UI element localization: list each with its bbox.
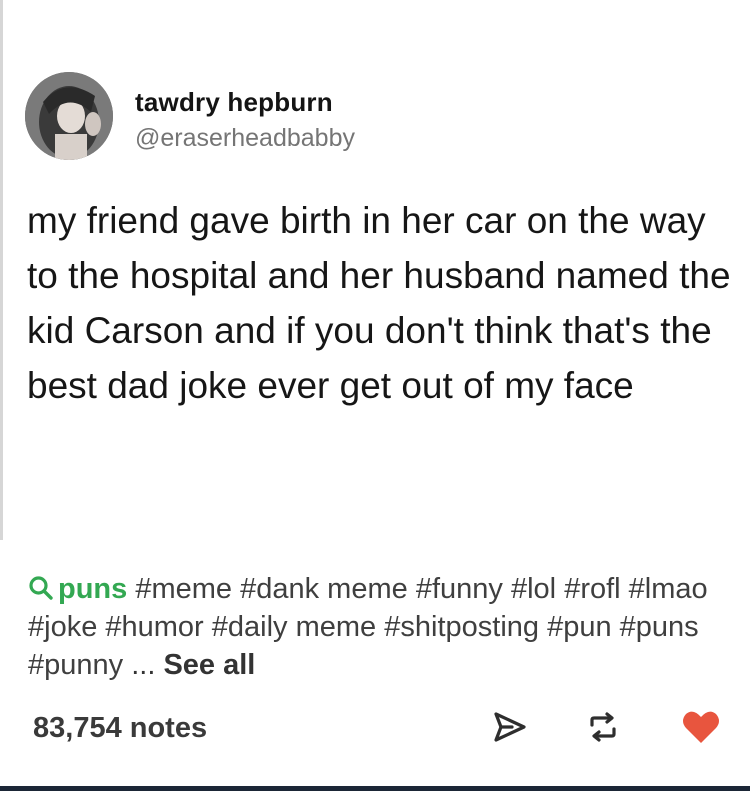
tweet-text: my friend gave birth in her car on the w… xyxy=(27,200,731,406)
tag-item[interactable]: #lmao xyxy=(629,573,708,605)
tag-item[interactable]: #funny xyxy=(416,573,503,605)
tag-item[interactable]: #daily meme xyxy=(212,611,376,643)
tag-item[interactable]: #shitposting xyxy=(384,611,539,643)
avatar xyxy=(25,72,113,160)
tag-item[interactable]: #dank meme xyxy=(240,573,408,605)
author-handle: @eraserheadbabby xyxy=(135,124,355,152)
post-footer: 83,754 notes xyxy=(0,700,750,760)
author-display-name: tawdry hepburn xyxy=(135,87,333,117)
tag-item[interactable]: #rofl xyxy=(564,573,620,605)
see-all-tags-link[interactable]: See all xyxy=(163,649,255,681)
search-icon xyxy=(29,576,53,600)
bottom-navigation-edge xyxy=(0,786,750,791)
share-icon[interactable] xyxy=(492,709,528,745)
avatar-photo xyxy=(25,72,113,160)
tag-item[interactable]: #joke xyxy=(28,611,97,643)
tags-ellipsis: ... xyxy=(131,649,156,681)
reblog-icon[interactable] xyxy=(585,709,621,745)
like-heart-icon[interactable] xyxy=(681,709,721,745)
tag-item[interactable]: #puns xyxy=(620,611,699,643)
tweet-screenshot-image: tawdry hepburn @eraserheadbabby my frien… xyxy=(0,0,750,540)
tag-item[interactable]: #lol xyxy=(511,573,556,605)
tag-item[interactable]: #meme xyxy=(135,573,232,605)
notes-count[interactable]: 83,754 notes xyxy=(33,712,207,745)
search-tag-label[interactable]: puns xyxy=(58,573,127,605)
tag-list: puns #meme #dank meme #funny #lol #rofl … xyxy=(28,570,728,684)
tag-item[interactable]: #pun xyxy=(547,611,612,643)
tag-item[interactable]: #humor xyxy=(105,611,203,643)
tag-item[interactable]: #punny xyxy=(28,649,123,681)
search-tag-link[interactable]: puns xyxy=(28,573,135,605)
